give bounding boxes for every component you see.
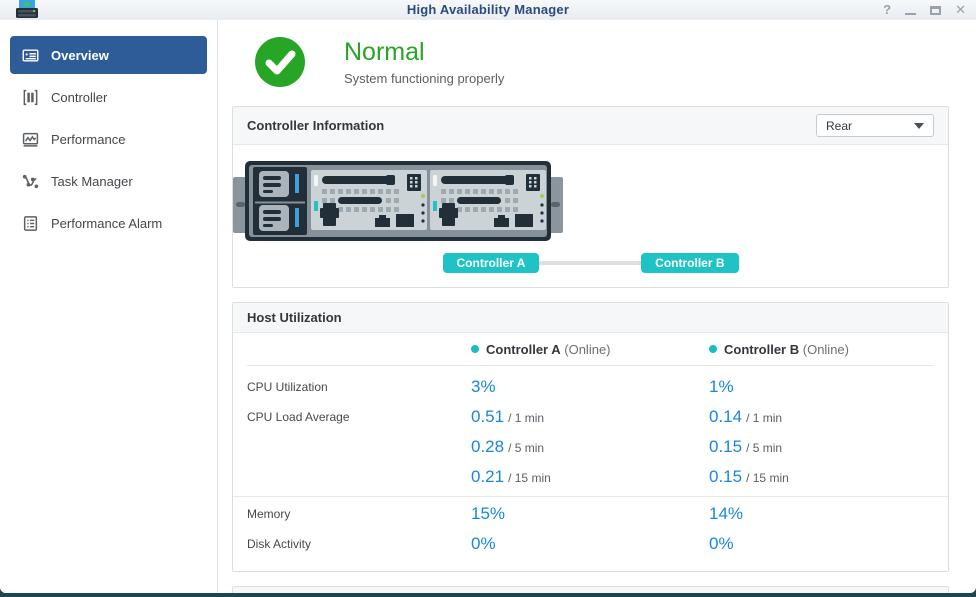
controller-information-panel: Controller Information Rear Controller A… [232, 106, 949, 288]
row-label: Memory [247, 507, 291, 521]
controller-badges: Controller A Controller B [442, 253, 739, 273]
recent-events-header: Recent Important Events [233, 587, 948, 593]
sidebar-item-label: Task Manager [51, 173, 133, 189]
view-selector-dropdown[interactable]: Rear [816, 114, 934, 137]
recent-events-panel: Recent Important Events [232, 586, 949, 593]
chevron-down-icon [914, 122, 924, 129]
sidebar: Overview Controller Performance Task Man… [0, 20, 218, 593]
status-title: Normal [344, 38, 425, 66]
performance-icon [22, 132, 39, 147]
cell-value: 0.21 [471, 467, 505, 486]
column-name: Controller A [486, 341, 561, 357]
row-label: CPU Load Average [247, 410, 350, 424]
controller-b-badge[interactable]: Controller B [641, 253, 739, 273]
table-row: 0.28/ 5 min 0.15/ 5 min [247, 432, 934, 462]
table-section-divider [233, 496, 948, 497]
main-content: Normal System functioning properly Contr… [219, 20, 976, 593]
cell-unit: / 1 min [508, 411, 545, 425]
table-row: CPU Load Average 0.51/ 1 min 0.14/ 1 min [247, 402, 934, 432]
cell-value: 0% [709, 534, 734, 553]
help-icon[interactable]: ? [883, 1, 891, 19]
sidebar-item-label: Overview [51, 47, 109, 63]
sidebar-item-controller[interactable]: Controller [10, 78, 207, 116]
panel-title: Controller Information [247, 118, 385, 133]
column-controller-a: Controller A (Online) [471, 342, 709, 357]
column-status: (Online) [564, 341, 611, 357]
table-row: Disk Activity 0% 0% [247, 529, 934, 559]
column-name: Controller B [724, 341, 800, 357]
maximize-icon[interactable] [930, 5, 942, 15]
status-ok-icon [255, 37, 305, 87]
cell-value: 0.14 [709, 407, 743, 426]
task-manager-icon [22, 174, 39, 188]
sidebar-item-label: Performance [51, 131, 126, 147]
host-utilization-panel: Host Utilization Controller A (Online) C… [232, 302, 949, 572]
online-status-dot [709, 345, 717, 353]
title-bar: High Availability Manager ? ✕ [0, 0, 976, 20]
cell-value: 0.28 [471, 437, 505, 456]
minimize-icon[interactable] [905, 6, 917, 15]
host-utilization-header: Host Utilization [233, 303, 948, 333]
sidebar-item-label: Controller [51, 89, 108, 105]
close-icon[interactable]: ✕ [955, 1, 966, 19]
sidebar-item-overview[interactable]: Overview [10, 36, 207, 74]
chassis-rear-illustration [233, 161, 563, 241]
cell-value: 0% [471, 534, 496, 553]
column-status: (Online) [802, 341, 849, 357]
controller-a-badge[interactable]: Controller A [442, 253, 540, 273]
panel-title: Host Utilization [247, 310, 342, 325]
performance-alarm-icon [23, 215, 38, 231]
table-row: 0.21/ 15 min 0.15/ 15 min [247, 462, 934, 492]
cell-unit: / 1 min [746, 411, 783, 425]
cell-value: 14% [709, 504, 744, 523]
controller-icon [23, 89, 38, 105]
cell-unit: / 15 min [746, 471, 789, 485]
cell-unit: / 15 min [508, 471, 551, 485]
row-label: CPU Utilization [247, 380, 328, 394]
host-utilization-table: Controller A (Online) Controller B (Onli… [233, 333, 948, 571]
sidebar-item-performance[interactable]: Performance [10, 120, 207, 158]
cell-value: 0.51 [471, 407, 505, 426]
window-controls: ? ✕ [883, 1, 966, 19]
controller-link-line [539, 261, 642, 265]
status-subtitle: System functioning properly [344, 71, 505, 86]
app-window: High Availability Manager ? ✕ Overview C… [0, 0, 976, 593]
column-controller-b: Controller B (Online) [709, 342, 934, 357]
system-status: Normal System functioning properly [254, 36, 949, 88]
table-row: Memory 15% 14% [247, 499, 934, 529]
cell-value: 0.15 [709, 437, 743, 456]
cell-unit: / 5 min [508, 441, 545, 455]
sidebar-item-label: Performance Alarm [51, 215, 163, 231]
sidebar-item-performance-alarm[interactable]: Performance Alarm [10, 204, 207, 242]
table-row: CPU Utilization 3% 1% [247, 372, 934, 402]
cell-value: 3% [471, 377, 496, 396]
online-status-dot [471, 345, 479, 353]
cell-value: 15% [471, 504, 506, 523]
controller-information-header: Controller Information Rear [233, 107, 948, 145]
table-header-row: Controller A (Online) Controller B (Onli… [247, 333, 934, 366]
view-selector-value: Rear [826, 118, 853, 133]
window-title: High Availability Manager [406, 2, 570, 17]
cell-value: 0.15 [709, 467, 743, 486]
cell-value: 1% [709, 377, 734, 396]
sidebar-item-task-manager[interactable]: Task Manager [10, 162, 207, 200]
controller-illustration-area: Controller A Controller B [233, 145, 948, 287]
overview-icon [22, 48, 39, 62]
cell-unit: / 5 min [746, 441, 783, 455]
row-label: Disk Activity [247, 537, 312, 551]
